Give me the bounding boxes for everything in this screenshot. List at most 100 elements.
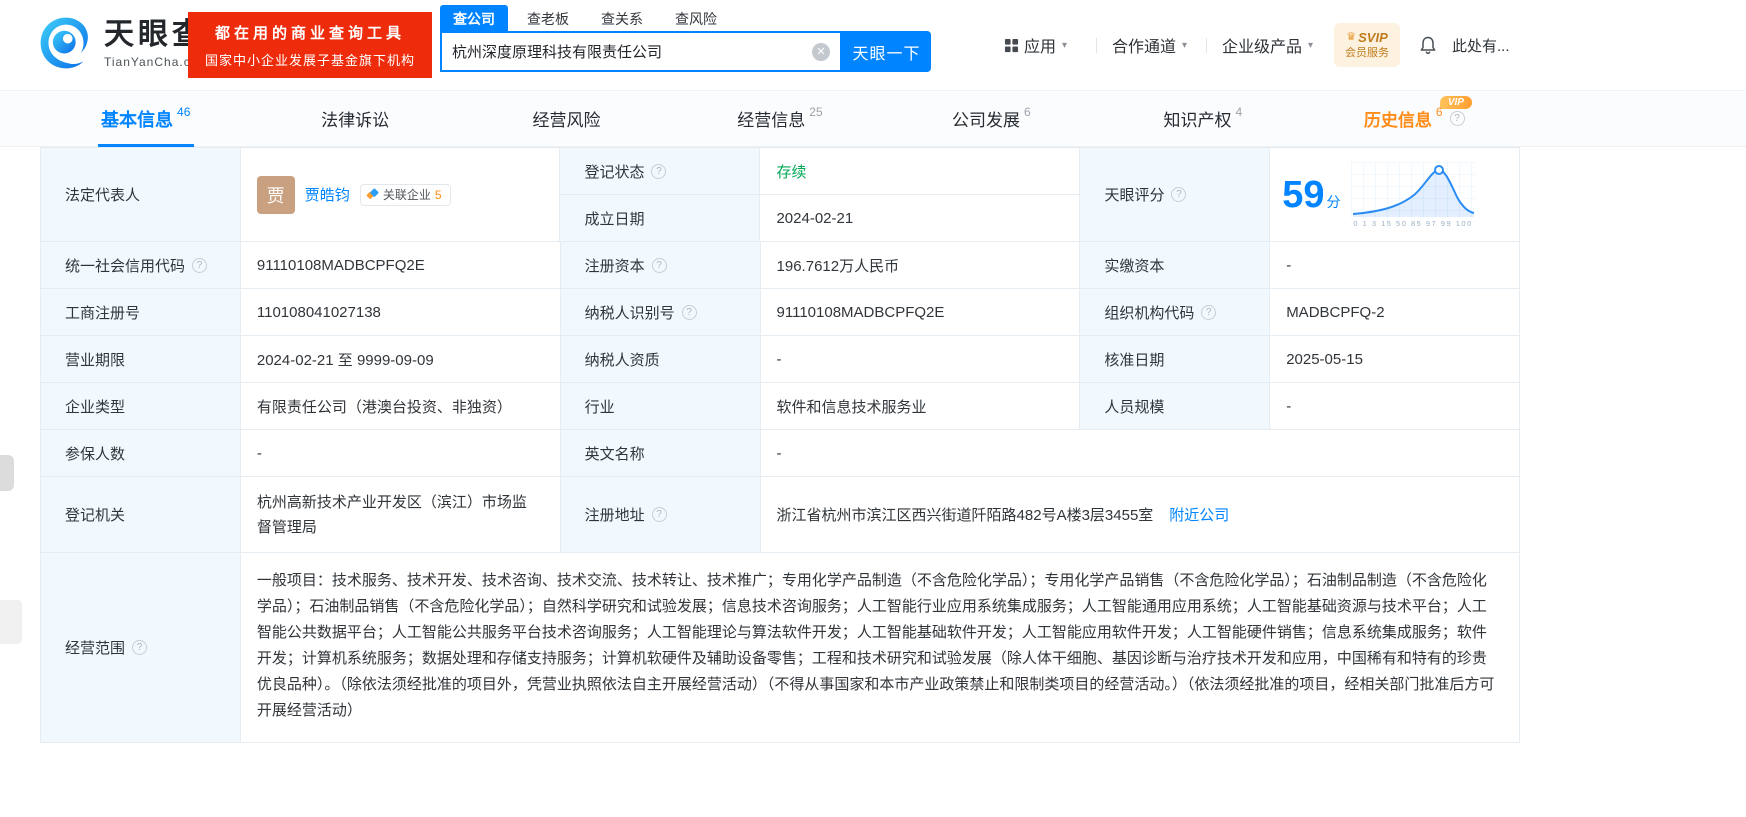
score-label: 天眼评分 <box>1104 187 1165 204</box>
promo-line1: 都在用的商业查询工具 <box>214 24 405 42</box>
company-type-value: 有限责任公司（港澳台投资、非独资） <box>256 398 512 416</box>
reg-authority-value: 杭州高新技术产业开发区（滨江）市场监督管理局 <box>256 493 527 536</box>
clear-search-icon[interactable]: ✕ <box>812 42 830 61</box>
cell-business-term-label: 营业期限 <box>41 336 241 383</box>
sub-row: 成立日期 2024-02-21 <box>560 195 1081 242</box>
cell-address-value: 浙江省杭州市滨江区西兴街道阡陌路482号A楼3层3455室 附近公司 <box>760 477 1521 553</box>
related-companies-badge[interactable]: 关联企业 5 <box>359 183 451 206</box>
help-icon[interactable]: ? <box>132 640 148 655</box>
cell-industry-value: 软件和信息技术服务业 <box>760 383 1081 430</box>
insured-count-label: 参保人数 <box>65 445 126 463</box>
tianyancha-logo[interactable]: 天眼查 TianYanCha.com <box>38 15 209 71</box>
tab-legal-proceedings[interactable]: 法律诉讼 <box>251 91 462 146</box>
svip-sub-label: 会员服务 <box>1345 47 1389 59</box>
related-companies-count: 5 <box>434 187 442 202</box>
legal-rep-name-link[interactable]: 贾皓钧 <box>305 184 350 205</box>
help-icon[interactable]: ? <box>192 257 208 273</box>
score-curve-chart <box>1350 161 1476 218</box>
row1-middle-column: 登记状态 ? 存续 成立日期 2024-02-21 <box>560 148 1081 242</box>
search-tab-company[interactable]: 查公司 <box>440 5 508 33</box>
reg-number-label: 工商注册号 <box>65 304 141 322</box>
help-icon[interactable]: ? <box>651 507 667 522</box>
table-row: 统一社会信用代码 ? 91110108MADBCPFQ2E 注册资本 ? 196… <box>41 242 1521 289</box>
business-term-label: 营业期限 <box>65 351 126 369</box>
sub-row: 登记状态 ? 存续 <box>560 148 1081 195</box>
reg-capital-label: 注册资本 <box>584 257 645 275</box>
paid-capital-label: 实缴资本 <box>1104 257 1165 275</box>
table-row: 登记机关 杭州高新技术产业开发区（滨江）市场监督管理局 注册地址 ? 浙江省杭州… <box>41 477 1521 553</box>
cell-legal-rep-value: 贾 贾皓钧 关联企业 5 <box>240 148 561 242</box>
cell-org-code-label: 组织机构代码 ? <box>1080 289 1271 336</box>
table-row: 营业期限 2024-02-21 至 9999-09-09 纳税人资质 - 核准日… <box>41 336 1521 383</box>
tab-operating-risk[interactable]: 经营风险 <box>463 91 674 146</box>
nav-divider <box>1206 38 1207 53</box>
company-type-label: 企业类型 <box>65 398 126 416</box>
tab-basic-info[interactable]: 基本信息 46 <box>40 91 251 146</box>
cell-taxpayer-id-value: 91110108MADBCPFQ2E <box>760 289 1081 336</box>
cell-industry-label: 行业 <box>560 383 761 430</box>
cell-taxpayer-quality-value: - <box>760 336 1081 383</box>
side-feedback-widget[interactable] <box>0 600 22 644</box>
tab-label: 历史信息 <box>1363 111 1432 130</box>
search-tab-boss[interactable]: 查老板 <box>514 5 582 33</box>
nav-enterprise-products[interactable]: 企业级产品 ▾ <box>1222 0 1313 90</box>
legal-rep-label: 法定代表人 <box>65 187 141 204</box>
establish-date-label: 成立日期 <box>584 210 645 228</box>
user-menu[interactable]: 此处有... <box>1452 0 1510 90</box>
cell-reg-status-value: 存续 <box>760 148 1081 195</box>
chevron-down-icon: ▾ <box>1308 39 1314 51</box>
cell-staff-size-label: 人员规模 <box>1080 383 1271 430</box>
nav-cooperation[interactable]: 合作通道 ▾ <box>1112 0 1187 90</box>
tab-count: 6 <box>1435 104 1443 119</box>
tab-business-info[interactable]: 经营信息 25 <box>674 91 885 146</box>
notification-bell[interactable] <box>1418 0 1438 90</box>
industry-label: 行业 <box>584 398 615 416</box>
search-button[interactable]: 天眼一下 <box>842 31 931 72</box>
cell-reg-capital-value: 196.7612万人民币 <box>760 242 1081 289</box>
cell-company-type-label: 企业类型 <box>41 383 241 430</box>
cell-paid-capital-value: - <box>1270 242 1521 289</box>
vip-tag: VIP <box>1439 96 1472 109</box>
insured-count-value: - <box>256 444 262 462</box>
search-tab-relation[interactable]: 查关系 <box>588 5 656 33</box>
legal-rep-avatar[interactable]: 贾 <box>256 175 295 214</box>
tab-label: 公司发展 <box>952 111 1021 130</box>
nav-apps[interactable]: 应用 ▾ <box>1004 0 1067 90</box>
help-icon[interactable]: ? <box>1171 187 1187 202</box>
paid-capital-value: - <box>1286 256 1292 274</box>
approval-date-label: 核准日期 <box>1104 351 1165 369</box>
english-name-label: 英文名称 <box>584 445 645 463</box>
table-row: 工商注册号 110108041027138 纳税人识别号 ? 91110108M… <box>41 289 1521 336</box>
svip-membership-badge[interactable]: ♛ SVIP 会员服务 <box>1334 23 1400 67</box>
nearby-companies-link[interactable]: 附近公司 <box>1169 504 1229 525</box>
help-icon[interactable]: ? <box>1449 111 1465 126</box>
credit-code-value: 91110108MADBCPFQ2E <box>256 256 425 274</box>
tab-intellectual-property[interactable]: 知识产权 4 <box>1097 91 1308 146</box>
cell-approval-date-value: 2025-05-15 <box>1270 336 1521 383</box>
taxpayer-id-label: 纳税人识别号 <box>584 304 675 322</box>
cell-business-term-value: 2024-02-21 至 9999-09-09 <box>240 336 561 383</box>
help-icon[interactable]: ? <box>1201 304 1217 320</box>
tab-label: 基本信息 <box>101 109 174 130</box>
related-companies-label: 关联企业 <box>382 188 431 202</box>
side-panel-handle[interactable] <box>0 455 14 491</box>
taxpayer-quality-value: - <box>776 350 782 368</box>
tab-count: 6 <box>1024 104 1031 119</box>
cell-insured-label: 参保人数 <box>41 430 241 477</box>
tab-company-development[interactable]: 公司发展 6 <box>886 91 1097 146</box>
apps-grid-icon <box>1004 38 1019 52</box>
tab-history-info[interactable]: VIP 历史信息 6 ? <box>1309 91 1520 146</box>
help-icon[interactable]: ? <box>651 257 667 273</box>
help-icon[interactable]: ? <box>651 163 667 179</box>
company-search-input[interactable] <box>442 33 812 70</box>
tab-label: 经营风险 <box>532 111 601 130</box>
table-row: 参保人数 - 英文名称 - <box>41 430 1520 477</box>
search-tab-risk[interactable]: 查风险 <box>662 5 730 33</box>
cell-business-scope-value: 一般项目：技术服务、技术开发、技术咨询、技术交流、技术转让、技术推广；专用化学产… <box>240 553 1520 743</box>
business-term-value: 2024-02-21 至 9999-09-09 <box>256 351 434 369</box>
help-icon[interactable]: ? <box>681 304 697 320</box>
table-row: 经营范围 ? 一般项目：技术服务、技术开发、技术咨询、技术交流、技术转让、技术推… <box>41 553 1520 743</box>
reg-number-value: 110108041027138 <box>256 303 381 321</box>
score-number: 59 分 <box>1282 175 1340 215</box>
address-label: 注册地址 <box>584 507 645 524</box>
